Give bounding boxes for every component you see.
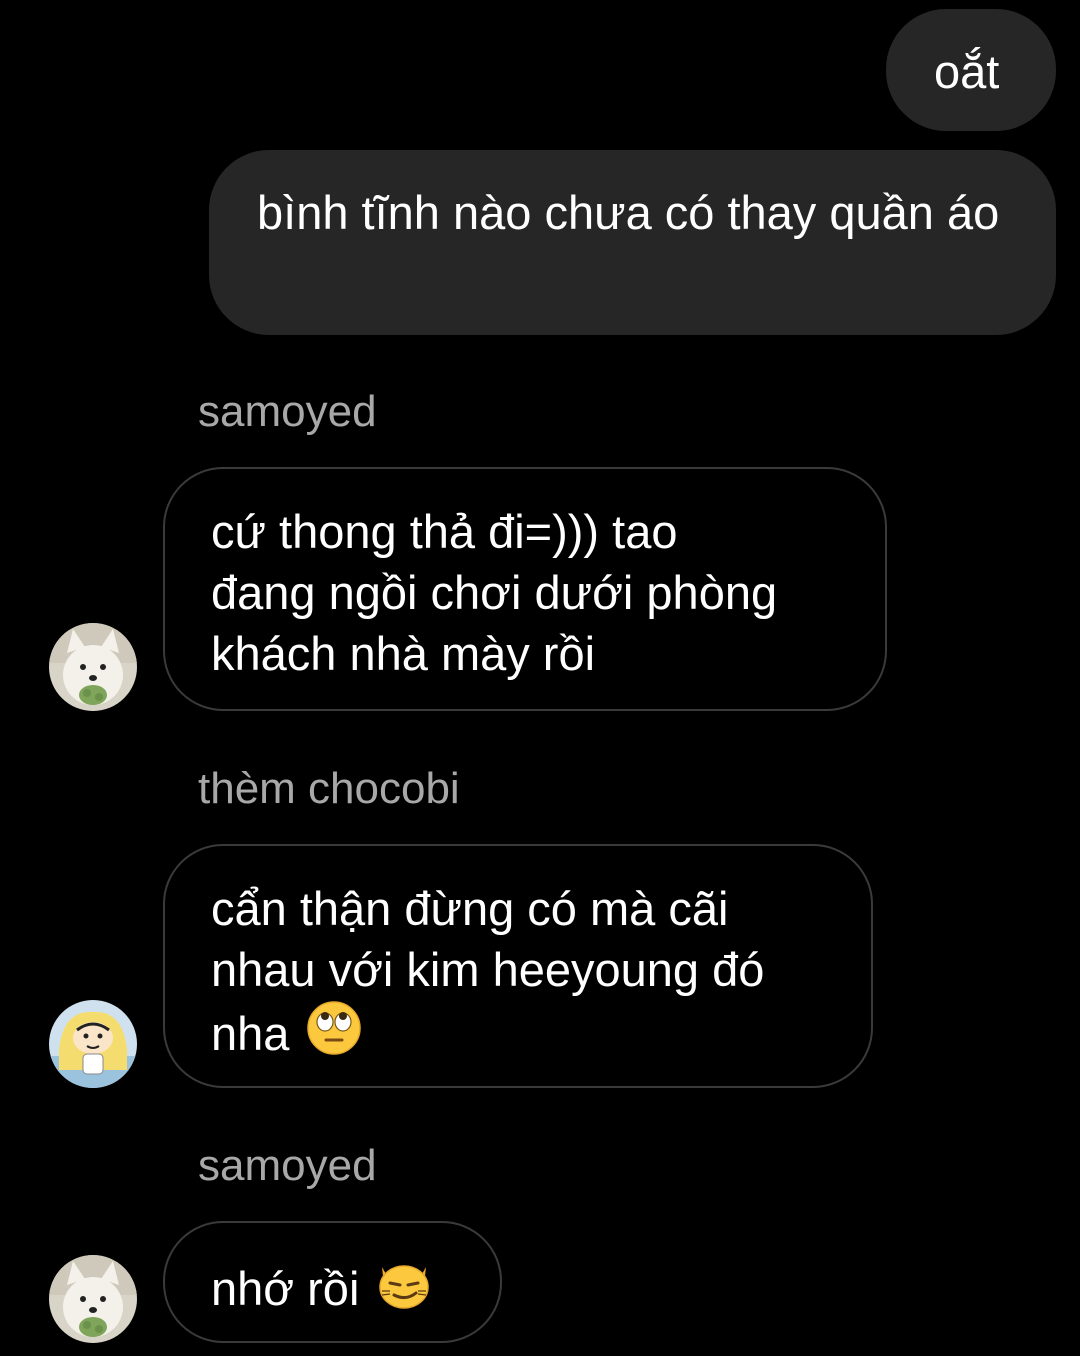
message-line: nhau với kim heeyoung đó bbox=[211, 943, 765, 996]
sent-message-bubble[interactable]: oắt bbox=[886, 9, 1056, 131]
sent-message-bubble[interactable]: bình tĩnh nào chưa có thay quần áo bbox=[209, 150, 1056, 335]
samoyed-avatar[interactable] bbox=[49, 623, 137, 711]
message-line: cẩn thận đừng có mà cãi bbox=[211, 882, 729, 935]
message-line-with-emoji: nhớ rồi bbox=[211, 1255, 470, 1325]
message-line: khách nhà mày rồi bbox=[211, 627, 596, 680]
message-line: nhớ rồi bbox=[211, 1262, 360, 1315]
message-text: bình tĩnh nào chưa có thay quần áo bbox=[257, 186, 1000, 239]
sender-name: samoyed bbox=[198, 1141, 377, 1190]
face-with-rolling-eyes-emoji bbox=[306, 1000, 362, 1070]
sender-name: samoyed bbox=[198, 387, 377, 436]
samoyed-dog-image bbox=[49, 623, 137, 711]
received-message-bubble[interactable]: cứ thong thả đi=))) tao đang ngồi chơi d… bbox=[163, 467, 887, 711]
chocobi-avatar[interactable] bbox=[49, 1000, 137, 1088]
message-line: nha bbox=[211, 1007, 290, 1060]
message-line: cứ thong thả đi=))) tao bbox=[211, 505, 678, 558]
sender-name: thèm chocobi bbox=[198, 764, 460, 813]
received-message-bubble[interactable]: cẩn thận đừng có mà cãi nhau với kim hee… bbox=[163, 844, 873, 1088]
cartoon-avatar-image bbox=[49, 1000, 137, 1088]
message-line: đang ngồi chơi dưới phòng bbox=[211, 566, 778, 619]
samoyed-dog-image bbox=[49, 1255, 137, 1343]
received-message-bubble[interactable]: nhớ rồi bbox=[163, 1221, 502, 1343]
message-line-with-emoji: nha bbox=[211, 1000, 841, 1070]
samoyed-avatar[interactable] bbox=[49, 1255, 137, 1343]
message-text: oắt bbox=[934, 45, 1000, 98]
smirking-cat-emoji bbox=[376, 1255, 432, 1325]
